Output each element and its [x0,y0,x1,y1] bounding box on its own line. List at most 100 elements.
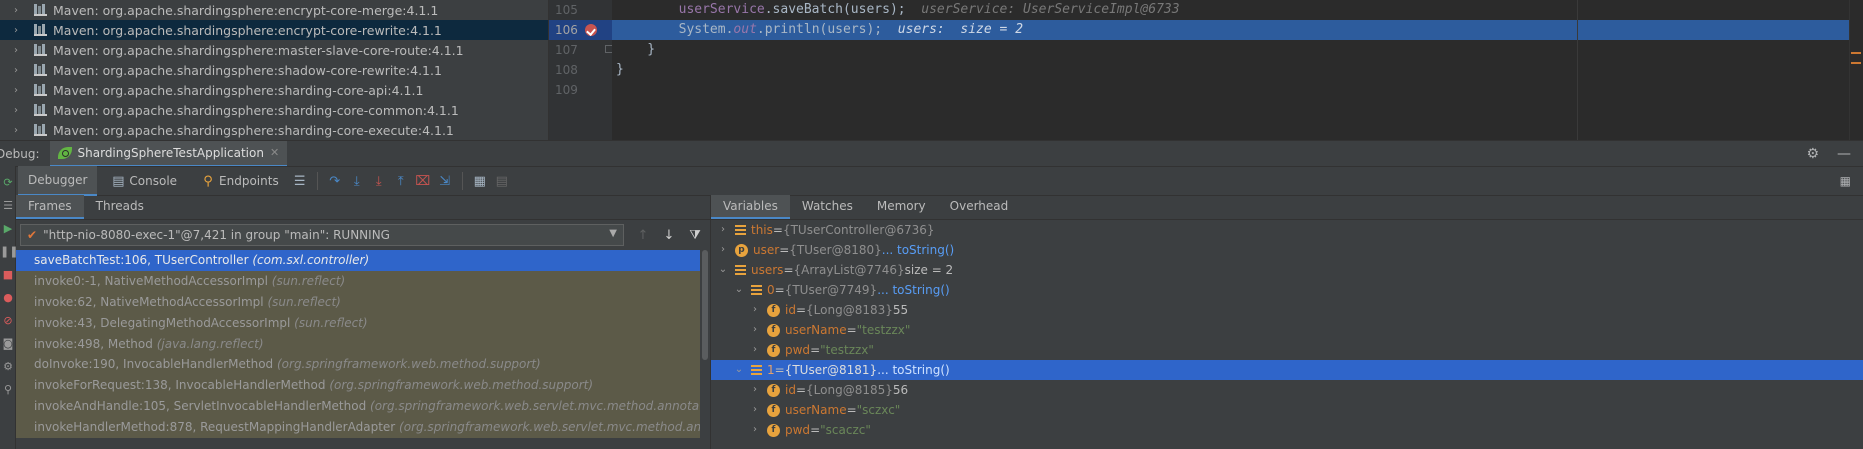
filter-icon[interactable]: ⧩ [682,228,708,243]
stack-frame[interactable]: invokeAndHandle:105, ServletInvocableHan… [16,396,710,418]
field-list-icon [735,225,746,235]
stack-frame[interactable]: saveBatchTest:106, TUserController (com.… [16,250,710,271]
evaluate-expression-icon[interactable]: ▦ [469,174,491,189]
chevron-right-icon[interactable]: › [14,25,24,36]
minimize-icon[interactable]: — [1837,146,1851,162]
tree-item-maven-library[interactable]: › Maven: org.apache.shardingsphere:shardi… [0,100,548,120]
arrow-up-icon[interactable]: ↑ [630,228,656,243]
code-editor[interactable]: userService.saveBatch(users); userServic… [612,0,1863,140]
chevron-right-icon[interactable]: › [717,240,729,260]
chevron-right-icon[interactable]: › [749,320,761,340]
tab-endpoints[interactable]: ⚲ Endpoints [187,166,289,196]
variable-row[interactable]: › f userName = "sczxc" [711,400,1863,420]
chevron-right-icon[interactable]: › [14,105,24,116]
tree-item-maven-library[interactable]: › Maven: org.apache.shardingsphere:shadow… [0,60,548,80]
trace-stream-icon[interactable]: ▤ [491,174,513,189]
stack-frame[interactable]: doInvoke:190, InvocableHandlerMethod (or… [16,354,710,376]
debug-session-tab[interactable]: ShardingSphereTestApplication ✕ [49,140,288,167]
code-line[interactable]: userService.saveBatch(users); userServic… [612,0,1863,20]
rerun-icon[interactable]: ⟳ [0,176,16,189]
thread-selector[interactable]: ✔ "http-nio-8080-exec-1"@7,421 in group … [20,224,624,246]
tab-debugger[interactable]: Debugger [18,166,98,196]
chevron-right-icon[interactable]: › [14,85,24,96]
library-icon [34,24,47,36]
force-step-into-icon[interactable]: ⤓ [368,174,390,189]
to-string-link[interactable]: ... toString() [877,360,949,380]
chevron-right-icon[interactable]: › [749,300,761,320]
variable-row[interactable]: › f pwd = "scaczc" [711,420,1863,440]
stop-icon[interactable]: ■ [0,268,16,281]
close-icon[interactable]: ✕ [270,146,279,159]
stack-frame[interactable]: invoke0:-1, NativeMethodAccessorImpl (su… [16,270,710,292]
code-line[interactable]: } [612,40,1863,60]
chevron-right-icon[interactable]: › [14,65,24,76]
chevron-right-icon[interactable]: › [14,125,24,136]
editor-scrollbar[interactable] [1849,0,1863,140]
pause-icon[interactable]: ❚❚ [0,245,18,258]
tree-item-maven-library[interactable]: › Maven: org.apache.shardingsphere:master… [0,40,548,60]
tab-frames[interactable]: Frames [16,195,84,219]
tree-item-maven-library[interactable]: › Maven: org.apache.shardingsphere:shardi… [0,120,548,140]
step-out-icon[interactable]: ⤒ [390,174,412,189]
chevron-right-icon[interactable]: › [749,380,761,400]
resume-icon[interactable]: ▶ [0,222,16,235]
stack-frame[interactable]: invoke:62, NativeMethodAccessorImpl (sun… [16,291,710,313]
stack-frame[interactable]: invoke:43, DelegatingMethodAccessorImpl … [16,312,710,334]
step-over-icon[interactable]: ↷ [324,174,346,189]
tree-item-maven-library[interactable]: › Maven: org.apache.shardingsphere:shardi… [0,80,548,100]
frames-scrollbar[interactable] [700,250,710,449]
camera-icon[interactable]: ◙ [0,337,16,350]
variable-row[interactable]: › p user = {TUser@8180} ... toString() [711,240,1863,260]
tab-watches[interactable]: Watches [790,195,865,219]
chevron-right-icon[interactable]: › [749,420,761,440]
tree-item-maven-library[interactable]: › Maven: org.apache.shardingsphere:encryp… [0,20,548,40]
step-into-icon[interactable]: ⤓ [346,174,368,189]
code-line-execution-point[interactable]: System.out.println(users); users: size =… [612,20,1863,40]
stack-frame[interactable]: invoke:498, Method (java.lang.reflect) [16,333,710,355]
scroll-marker [1851,62,1861,64]
breakpoint-icon[interactable] [585,24,597,36]
code-line[interactable]: } [612,60,1863,80]
variable-row[interactable]: › f id = {Long@8185} 56 [711,380,1863,400]
variable-row[interactable]: › f id = {Long@8183} 55 [711,300,1863,320]
line-number-current[interactable]: 106 [549,20,612,40]
chevron-right-icon[interactable]: › [14,5,24,16]
settings-icon[interactable]: ⚙ [0,360,16,373]
pin-icon[interactable]: ⚲ [0,383,16,396]
drop-frame-icon[interactable]: ⌧ [412,174,434,189]
view-breakpoints-icon[interactable]: ● [0,291,16,304]
variable-row[interactable]: ⌄ 1 = {TUser@8181} ... toString() [711,360,1863,380]
variable-row[interactable]: › f pwd = "testzzx" [711,340,1863,360]
tree-item-maven-library[interactable]: › Maven: org.apache.shardingsphere:encryp… [0,0,548,20]
stack-frame[interactable]: invokeForRequest:138, InvocableHandlerMe… [16,375,710,397]
stack-frame[interactable]: invokeHandlerMethod:878, RequestMappingH… [16,417,710,439]
chevron-down-icon[interactable]: ⌄ [717,260,729,280]
gear-icon[interactable]: ⚙ [1806,146,1819,162]
chevron-right-icon[interactable]: › [749,400,761,420]
variable-row[interactable]: › this = {TUserController@6736} [711,220,1863,240]
tab-memory[interactable]: Memory [865,195,938,219]
chevron-right-icon[interactable]: › [749,340,761,360]
mute-breakpoints-icon[interactable]: ⊘ [0,314,16,327]
toggle-icon[interactable]: ☰ [0,199,16,212]
variable-row[interactable]: ⌄ 0 = {TUser@7749} ... toString() [711,280,1863,300]
variable-row[interactable]: ⌄ users = {ArrayList@7746} size = 2 [711,260,1863,280]
library-icon [34,64,47,76]
chevron-right-icon[interactable]: › [14,45,24,56]
code-line[interactable] [612,80,1863,100]
variable-row[interactable]: › f userName = "testzzx" [711,320,1863,340]
chevron-down-icon[interactable]: ⌄ [733,280,745,300]
layout-icon[interactable]: ▦ [1840,174,1851,188]
tab-overhead[interactable]: Overhead [938,195,1021,219]
tab-console[interactable]: ▤ Console [97,166,187,196]
chevron-down-icon[interactable]: ⌄ [733,360,745,380]
menu-icon[interactable]: ☰ [289,174,311,189]
tab-variables[interactable]: Variables [711,195,790,219]
to-string-link[interactable]: ... toString() [877,280,949,300]
tab-threads[interactable]: Threads [84,195,156,219]
arrow-down-icon[interactable]: ↓ [656,228,682,243]
to-string-link[interactable]: ... toString() [882,240,954,260]
run-to-cursor-icon[interactable]: ⇲ [434,174,456,189]
chevron-right-icon[interactable]: › [717,220,729,240]
variable-value: "testzzx" [820,343,874,357]
